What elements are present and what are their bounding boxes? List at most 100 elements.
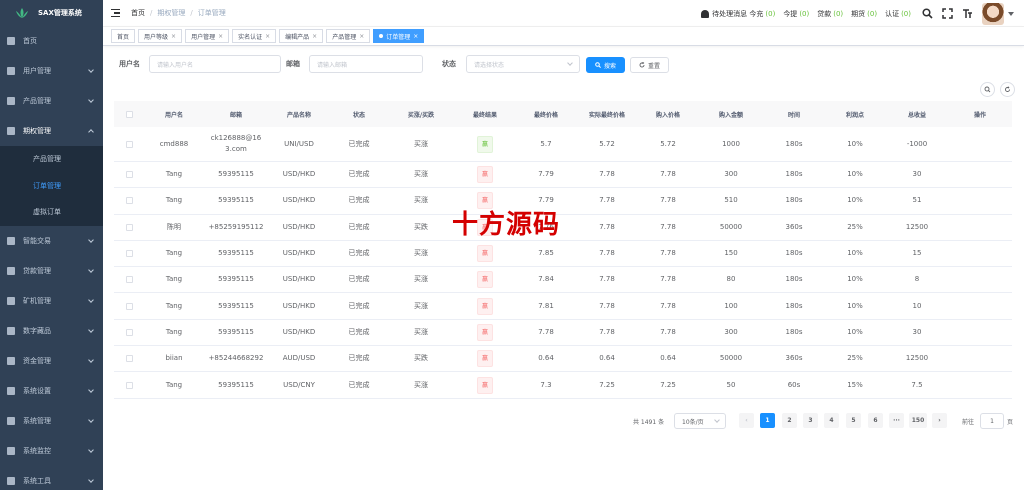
table-row[interactable]: Tang 59395115 USD/HKD 已完成 买涨 赢 7.85 7.78 7.78 150… [114,241,1012,268]
close-icon[interactable]: × [413,33,418,40]
checkbox[interactable] [125,328,133,336]
checkbox[interactable] [125,110,133,118]
row-select-cell[interactable] [114,171,144,179]
sidebar-item-7[interactable]: 数字藏品 [0,316,103,346]
watermark: 十方源码 [452,210,561,240]
row-select-cell[interactable] [114,381,144,389]
reset-button[interactable]: 重置 [630,57,669,73]
brand-title: SAX管理系统 [38,9,82,17]
row-select-cell[interactable] [114,328,144,336]
avatar[interactable] [982,2,1004,25]
checkbox[interactable] [125,223,133,231]
sidebar-item-6[interactable]: 矿机管理 [0,286,103,316]
table-row[interactable]: Tang 59395115 USD/HKD 已完成 买涨 赢 7.81 7.78 7.78 100… [114,293,1012,320]
bell-icon[interactable] [701,9,710,18]
toggle-search-button[interactable] [980,82,995,97]
loan-count[interactable]: (0) [833,10,843,18]
checkbox[interactable] [125,302,133,310]
table-row[interactable]: cmd888 ck126888@163.com UNI/USD 已完成 买涨 赢 5.7 5.… [114,127,1012,162]
close-icon[interactable]: × [171,33,176,40]
tag-4[interactable]: 编辑产品 × [279,29,324,43]
prev-page-button[interactable]: ‹ [739,413,754,428]
sidebar-item-1[interactable]: 用户管理 [0,56,103,86]
email-input[interactable]: 请输入邮箱 [309,55,423,73]
row-select-cell[interactable] [114,140,144,148]
refresh-table-button[interactable] [1000,82,1015,97]
checkbox[interactable] [125,171,133,179]
withdraw-count[interactable]: (0) [799,10,809,18]
close-icon[interactable]: × [312,33,317,40]
row-select-cell[interactable] [114,276,144,284]
table-row[interactable]: 陈明 +85259195112 USD/HKD 已完成 买跌赢 7.76 7.78 7.78 5… [114,215,1012,241]
fullscreen-icon[interactable] [942,8,953,19]
table-row[interactable]: Tang 59395115 USD/HKD 已完成 买涨赢 7.79 7.78 7.78 510… [114,188,1012,215]
table-row[interactable]: Tang 59395115 USD/HKD 已完成 买涨 赢 7.78 7.78 7.78 300… [114,320,1012,347]
sidebar-item-12[interactable]: 系统工具 [0,466,103,490]
sidebar-item-8[interactable]: 资金管理 [0,346,103,376]
close-icon[interactable]: × [359,33,364,40]
table-row[interactable]: Tang 59395115 USD/HKD 已完成 买涨 赢 7.84 7.78 7.78 80 1… [114,267,1012,294]
checkbox[interactable] [125,140,133,148]
checkbox[interactable] [125,276,133,284]
sidebar-item-0[interactable]: 首页 [0,26,103,56]
hamburger-icon[interactable] [111,9,120,17]
submenu-item-2[interactable]: 虚拟订单 [0,199,103,226]
sidebar-item-11[interactable]: 系统监控 [0,436,103,466]
table-row[interactable]: Tang 59395115 USD/CNY 已完成 买涨 赢 7.3 7.25 7.25 50 60… [114,372,1012,399]
tag-6[interactable]: 订单管理 × [373,29,425,43]
more-pages-button[interactable]: ··· [889,413,904,428]
checkbox[interactable] [125,381,133,389]
pending-label[interactable]: 待处理消息 今充 [712,9,763,19]
checkbox[interactable] [125,197,133,205]
sidebar-item-9[interactable]: 系统设置 [0,376,103,406]
sidebar-item-4[interactable]: 智能交易 [0,226,103,256]
tag-0[interactable]: 首页 [111,29,136,43]
futures-count[interactable]: (0) [867,10,877,18]
row-select-cell[interactable] [114,197,144,205]
loan-label[interactable]: 贷款 [817,9,831,19]
withdraw-label[interactable]: 今提 [783,9,797,19]
page-button[interactable]: 150 [909,413,927,428]
page-size-select[interactable]: 10条/页 [674,413,726,429]
page-button[interactable]: 2 [782,413,797,428]
page-button[interactable]: 5 [846,413,861,428]
font-size-icon[interactable] [962,8,973,19]
search-icon[interactable] [922,8,933,19]
submenu-item-0[interactable]: 产品管理 [0,146,103,173]
page-button[interactable]: 1 [760,413,775,428]
row-select-cell[interactable] [114,302,144,310]
row-select-cell[interactable] [114,250,144,258]
breadcrumb-home[interactable]: 首页 [131,8,145,18]
tag-2[interactable]: 用户管理 × [185,29,230,43]
username-input[interactable]: 请输入用户名 [149,55,281,73]
status-select[interactable]: 请选择状态 [466,55,580,73]
tag-3[interactable]: 实名认证 × [232,29,277,43]
next-page-button[interactable]: › [932,413,947,428]
goto-page-input[interactable]: 1 [980,413,1004,429]
page-button[interactable]: 4 [824,413,839,428]
select-all-checkbox[interactable] [114,110,144,118]
logo[interactable]: SAX管理系统 [0,0,103,26]
page-button[interactable]: 3 [803,413,818,428]
table-row[interactable]: biian +85244668292 AUD/USD 已完成 买跌 赢 0.64 0.64 0.… [114,346,1012,373]
table-row[interactable]: Tang 59395115 USD/HKD 已完成 买涨 赢 7.79 7.78 7.78 300… [114,162,1012,189]
auth-label[interactable]: 认证 [885,9,899,19]
auth-count[interactable]: (0) [901,10,911,18]
pending-count[interactable]: (0) [765,10,775,18]
page-button[interactable]: 6 [868,413,883,428]
caret-down-icon[interactable] [1008,11,1014,16]
close-icon[interactable]: × [218,33,223,40]
tag-5[interactable]: 产品管理 × [326,29,371,43]
search-button[interactable]: 搜索 [586,57,625,73]
checkbox[interactable] [125,250,133,258]
close-icon[interactable]: × [265,33,270,40]
sidebar-item-3[interactable]: 期权管理 [0,116,103,146]
submenu-item-1[interactable]: 订单管理 [0,173,103,200]
row-select-cell[interactable] [114,355,144,363]
row-select-cell[interactable] [114,223,144,231]
sidebar-item-5[interactable]: 贷款管理 [0,256,103,286]
sidebar-item-2[interactable]: 产品管理 [0,86,103,116]
checkbox[interactable] [125,355,133,363]
futures-label[interactable]: 期货 [851,9,865,19]
tag-1[interactable]: 用户等级 × [138,29,183,43]
